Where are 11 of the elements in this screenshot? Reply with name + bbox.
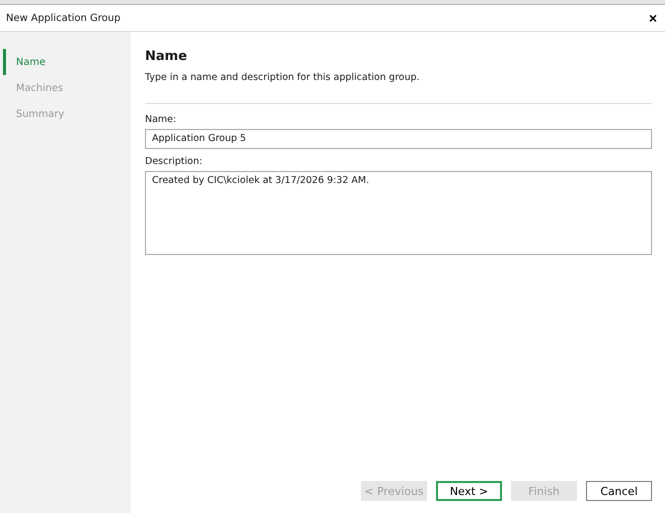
field-label: Description: bbox=[145, 156, 202, 167]
field-label: Name: bbox=[145, 114, 176, 125]
page-subtitle: Type in a name and description for this application group. bbox=[145, 72, 420, 83]
description-field[interactable]: Created by CIC\kciolek at 3/17/2026 9:32 AM. bbox=[145, 171, 652, 255]
window-title: New Application Group bbox=[6, 12, 120, 24]
close-button[interactable]: × bbox=[646, 11, 659, 25]
wizard-step[interactable]: Name bbox=[3, 49, 46, 75]
wizard-button[interactable]: Cancel bbox=[586, 481, 652, 501]
page-heading: Name bbox=[145, 49, 188, 64]
name-field[interactable]: Application Group 5 bbox=[145, 129, 652, 149]
wizard-button[interactable]: Next > bbox=[436, 481, 502, 501]
